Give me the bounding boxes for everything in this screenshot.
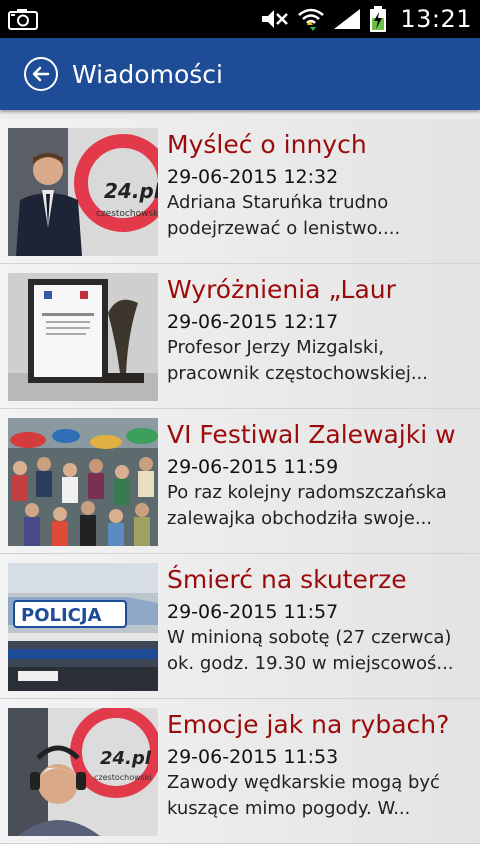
- news-item[interactable]: 24.pl czestochowski Myśleć o innych 29-0…: [0, 119, 480, 264]
- back-arrow-icon: [32, 66, 50, 82]
- app-bar: Wiadomości: [0, 38, 480, 110]
- news-thumbnail: [8, 418, 158, 546]
- news-item[interactable]: Wyróżnienia „Laur 29-06-2015 12:17 Profe…: [0, 264, 480, 409]
- news-list: 24.pl czestochowski Myśleć o innych 29-0…: [0, 119, 480, 844]
- news-thumbnail: POLICJA: [8, 563, 158, 691]
- news-excerpt: W minioną sobotę (27 czerwca) ok. godz. …: [167, 627, 454, 674]
- status-bar: 13:21: [0, 0, 480, 38]
- news-thumbnail: [8, 273, 158, 401]
- news-item[interactable]: 24.pl czestochowski Emocje jak na rybach…: [0, 699, 480, 844]
- news-title: Emocje jak na rybach?: [167, 710, 450, 739]
- news-thumbnail: 24.pl czestochowski: [8, 708, 158, 836]
- news-title: Myśleć o innych: [167, 130, 367, 159]
- battery-charging-icon: [368, 5, 388, 33]
- mute-icon: [260, 7, 290, 31]
- clock: 13:21: [400, 5, 472, 33]
- news-excerpt: Adriana Staruńka trudno podejrzewać o le…: [167, 192, 401, 239]
- news-date: 29-06-2015 11:53: [167, 746, 339, 768]
- back-button[interactable]: [24, 57, 58, 91]
- news-date: 29-06-2015 11:57: [167, 601, 339, 623]
- page-title: Wiadomości: [72, 59, 223, 89]
- news-date: 29-06-2015 11:59: [167, 456, 339, 478]
- thumb-caption: POLICJA: [21, 605, 102, 626]
- thumb-subcaption: czestochowski: [94, 773, 152, 782]
- camera-icon: [8, 8, 38, 30]
- news-title: Wyróżnienia „Laur: [167, 275, 396, 304]
- news-date: 29-06-2015 12:32: [167, 166, 339, 188]
- thumb-caption: 24.pl: [100, 748, 152, 769]
- news-title: VI Festiwal Zalewajki w: [167, 420, 456, 449]
- wifi-icon: [296, 5, 326, 33]
- news-excerpt: Profesor Jerzy Mizgalski, pracownik częs…: [167, 337, 428, 384]
- news-item[interactable]: POLICJA Śmierć na skuterze 29-06-2015 11…: [0, 554, 480, 699]
- thumb-subcaption: czestochowski: [96, 209, 158, 219]
- news-title: Śmierć na skuterze: [167, 565, 407, 594]
- thumb-caption: 24.pl: [104, 179, 158, 203]
- news-item[interactable]: VI Festiwal Zalewajki w 29-06-2015 11:59…: [0, 409, 480, 554]
- signal-icon: [332, 7, 362, 31]
- news-thumbnail: 24.pl czestochowski: [8, 128, 158, 256]
- news-excerpt: Zawody wędkarskie mogą być kuszące mimo …: [167, 772, 440, 819]
- news-excerpt: Po raz kolejny radomszczańska zalewajka …: [167, 482, 447, 529]
- news-date: 29-06-2015 12:17: [167, 311, 339, 333]
